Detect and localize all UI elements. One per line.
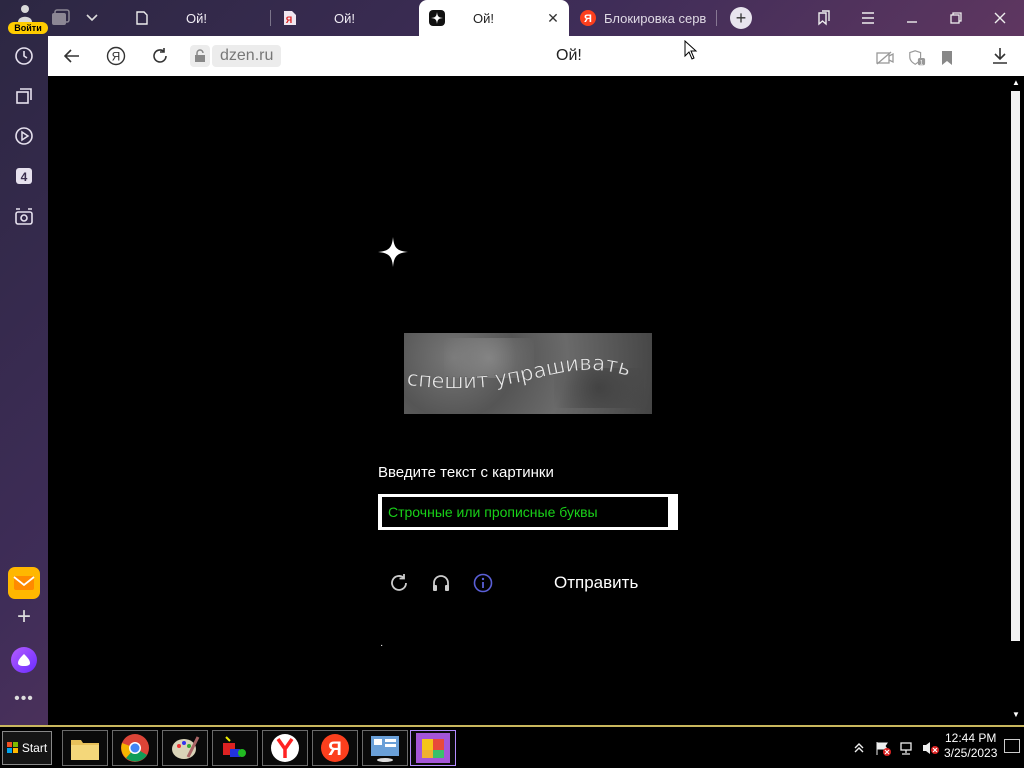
more-icon[interactable]: ••• [12,690,36,708]
add-panel-icon[interactable]: + [8,602,40,632]
clock-date: 3/25/2023 [944,746,998,760]
audio-captcha-icon[interactable] [429,571,453,595]
lock-icon[interactable] [190,45,210,67]
mail-icon[interactable] [8,567,40,599]
screenshot-icon[interactable] [12,205,36,229]
scrollbar-thumb[interactable] [1011,91,1020,641]
channel-4-icon[interactable]: 4 [12,164,36,188]
captcha-image: спешит упрашивать [404,333,652,414]
paint-icon[interactable] [162,730,208,766]
start-label: Start [21,741,48,755]
info-icon[interactable] [471,571,495,595]
scroll-up-icon[interactable]: ▲ [1012,78,1020,87]
yandex-browser-icon[interactable] [262,730,308,766]
tab-3-title: Ой! [473,10,494,26]
network-icon[interactable] [898,739,916,757]
svg-text:Я: Я [112,50,121,64]
page-content: спешит упрашивать Введите текст с картин… [48,76,1008,725]
windows-logo-icon [6,742,18,753]
submit-button[interactable]: Отправить [554,571,638,595]
taskbar: Start Я 12:44 PM 3/25/2023 [0,725,1024,768]
taskbar-clock[interactable]: 12:44 PM 3/25/2023 [944,731,997,761]
user-icon [18,5,32,22]
video-icon[interactable] [12,124,36,148]
captcha-input-placeholder[interactable]: Строчные или прописные буквы [382,497,668,527]
downloads-icon[interactable] [990,46,1010,66]
action-center-flag-icon[interactable] [874,739,892,757]
bookmark-icon[interactable] [938,49,956,67]
browser-sidebar: Войти 4 + ••• [0,0,48,725]
app-switcher-icon[interactable] [212,730,258,766]
back-icon[interactable] [62,46,82,66]
captcha-text: спешит упрашивать [405,351,634,394]
new-tab-button[interactable]: + [730,7,752,29]
tab-2[interactable]: Я Ой! [282,3,422,33]
show-desktop-icon[interactable] [1004,739,1020,753]
active-window-icon[interactable] [410,730,456,766]
restore-icon[interactable] [946,8,966,28]
svg-text:Я: Я [286,15,292,25]
yandex-home-icon[interactable]: Я [106,46,126,66]
page-title: Ой! [556,47,582,64]
tab-list-chevron-icon[interactable] [86,3,102,33]
chrome-icon[interactable] [112,730,158,766]
volume-muted-icon[interactable] [922,739,940,757]
protect-icon[interactable]: 1 [908,49,926,67]
start-button[interactable]: Start [2,731,52,765]
tab-separator [716,10,717,26]
login-label: Войти [8,22,48,34]
captcha-prompt: Введите текст с картинки [378,464,554,481]
yandex-icon: Я [580,10,596,26]
control-panel-icon[interactable] [362,730,408,766]
system-tray [850,733,946,763]
tab-group-icon[interactable] [50,3,90,33]
zen-logo-icon [378,237,408,267]
svg-text:Я: Я [328,739,342,760]
file-explorer-icon[interactable] [62,730,108,766]
yandex-doc-icon: Я [282,10,298,26]
document-icon [134,10,150,26]
tab-4[interactable]: Я Блокировка серв [580,3,730,33]
scroll-down-icon[interactable]: ▼ [1012,710,1020,719]
svg-text:Я: Я [584,13,592,25]
tab-4-title: Блокировка серв [604,10,707,26]
mouse-cursor-icon [684,40,698,60]
page-dot: · [380,640,384,651]
alice-icon[interactable] [11,647,37,673]
show-hidden-icons-icon[interactable] [850,739,868,757]
address-bar[interactable]: dzen.ru Ой! 1 [186,41,1016,71]
minimize-icon[interactable] [902,8,922,28]
menu-icon[interactable] [858,8,878,28]
tab-separator [270,10,271,26]
zen-star-icon [429,10,445,26]
tab-bar: Ой! Я Ой! Ой! ✕ Я Блокировка серв + [48,0,1024,36]
tab-1-title: Ой! [186,10,207,26]
browser-toolbar: Я dzen.ru Ой! 1 [48,36,1024,76]
close-tab-icon[interactable]: ✕ [545,10,561,26]
tab-3-active[interactable]: Ой! ✕ [419,0,569,36]
svg-text:спешит упрашивать: спешит упрашивать [406,351,634,394]
collections-icon[interactable] [12,84,36,108]
captcha-input-field[interactable]: Строчные или прописные буквы [378,494,678,530]
tab-2-title: Ой! [334,10,355,26]
close-window-icon[interactable] [990,8,1010,28]
page-scrollbar[interactable]: ▲ ▼ [1008,76,1024,725]
refresh-captcha-icon[interactable] [387,571,411,595]
url-domain: dzen.ru [212,45,282,67]
tab-1[interactable]: Ой! [134,3,274,33]
camera-off-icon[interactable] [876,49,894,67]
login-button[interactable]: Войти [6,2,48,34]
svg-text:4: 4 [21,170,28,184]
reload-icon[interactable] [150,46,170,66]
clock-time: 12:44 PM [945,731,997,745]
yandex-app-icon[interactable]: Я [312,730,358,766]
bookmarks-panel-icon[interactable] [814,8,834,28]
svg-text:1: 1 [920,59,924,66]
history-icon[interactable] [12,44,36,68]
